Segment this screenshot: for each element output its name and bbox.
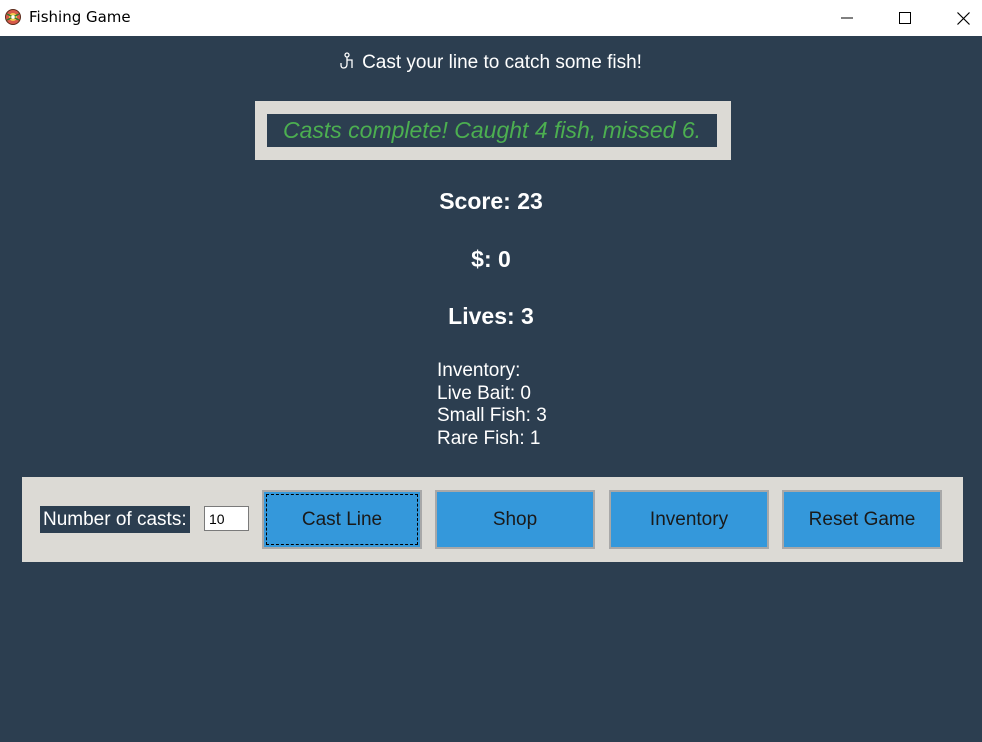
header: Cast your line to catch some fish!: [0, 52, 982, 74]
header-text: Cast your line to catch some fish!: [362, 52, 642, 73]
controls-panel: Number of casts: Cast Line Shop Inventor…: [22, 477, 963, 562]
fish-hook-icon: [340, 52, 353, 69]
maximize-icon: [899, 12, 911, 24]
game-area: Cast your line to catch some fish! Casts…: [0, 36, 982, 742]
cast-line-button[interactable]: Cast Line: [262, 490, 422, 549]
minimize-button[interactable]: [818, 0, 876, 36]
casts-input[interactable]: [204, 506, 249, 531]
inventory-button[interactable]: Inventory: [609, 490, 769, 549]
inventory-line-rare-fish: Rare Fish: 1: [437, 427, 541, 449]
status-message: Casts complete! Caught 4 fish, missed 6.: [267, 114, 717, 147]
money-label: $: 0: [471, 246, 511, 272]
shop-button[interactable]: Shop: [435, 490, 595, 549]
casts-label: Number of casts:: [40, 506, 190, 533]
close-icon: [956, 11, 970, 25]
inventory-title: Inventory:: [437, 360, 521, 381]
maximize-button[interactable]: [876, 0, 934, 36]
inventory-line-live-bait: Live Bait: 0: [437, 382, 531, 404]
inventory-line-small-fish: Small Fish: 3: [437, 405, 547, 427]
lives-label: Lives: 3: [448, 303, 534, 329]
window-title: Fishing Game: [29, 8, 131, 26]
minimize-icon: [841, 17, 853, 19]
fishing-game-icon: [5, 9, 21, 25]
score-label: Score: 23: [439, 188, 543, 214]
close-button[interactable]: [934, 0, 982, 36]
reset-game-button[interactable]: Reset Game: [782, 490, 942, 549]
title-bar: Fishing Game: [0, 0, 982, 36]
message-frame: Casts complete! Caught 4 fish, missed 6.: [255, 101, 731, 160]
inventory-display: Inventory: Live Bait: 0 Small Fish: 3 Ra…: [437, 360, 547, 450]
